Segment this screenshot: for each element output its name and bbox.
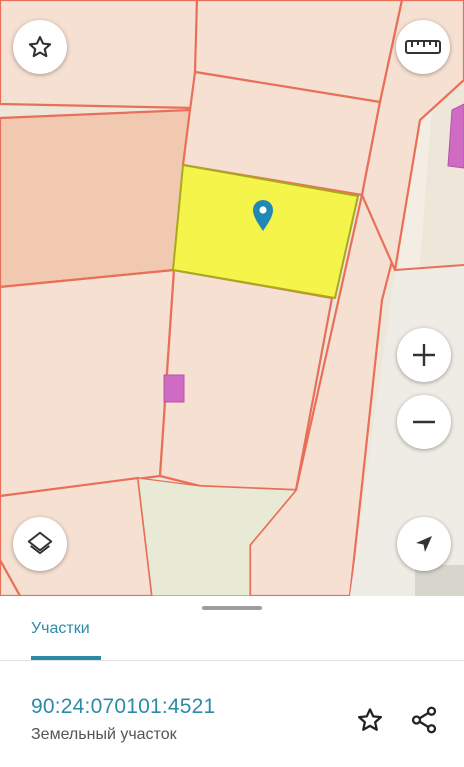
plus-icon (413, 344, 435, 366)
parcel[interactable] (0, 268, 176, 498)
parcel[interactable] (0, 108, 192, 289)
navigation-arrow-icon (416, 536, 432, 552)
share-button[interactable] (406, 702, 442, 738)
star-outline-icon (358, 708, 382, 731)
layers-button[interactable] (13, 517, 67, 571)
minus-icon (413, 420, 435, 424)
ruler-icon (405, 40, 441, 54)
building (163, 374, 185, 403)
add-favorite-button[interactable] (352, 702, 388, 738)
favorite-button[interactable] (13, 20, 67, 74)
map-canvas[interactable] (0, 0, 464, 596)
cadastral-number[interactable]: 90:24:070101:4521 (31, 695, 215, 719)
my-location-button[interactable] (397, 517, 451, 571)
star-outline-icon (28, 36, 52, 58)
tab-divider (0, 660, 464, 661)
ruler-button[interactable] (396, 20, 450, 74)
zoom-in-button[interactable] (397, 328, 451, 382)
tab-parcels[interactable]: Участки (31, 620, 90, 638)
parcel-type-label: Земельный участок (31, 726, 177, 743)
zoom-out-button[interactable] (397, 395, 451, 449)
share-icon (411, 706, 437, 734)
map-view[interactable] (0, 0, 464, 596)
layers-icon (27, 531, 53, 555)
sheet-drag-handle[interactable] (202, 606, 262, 610)
